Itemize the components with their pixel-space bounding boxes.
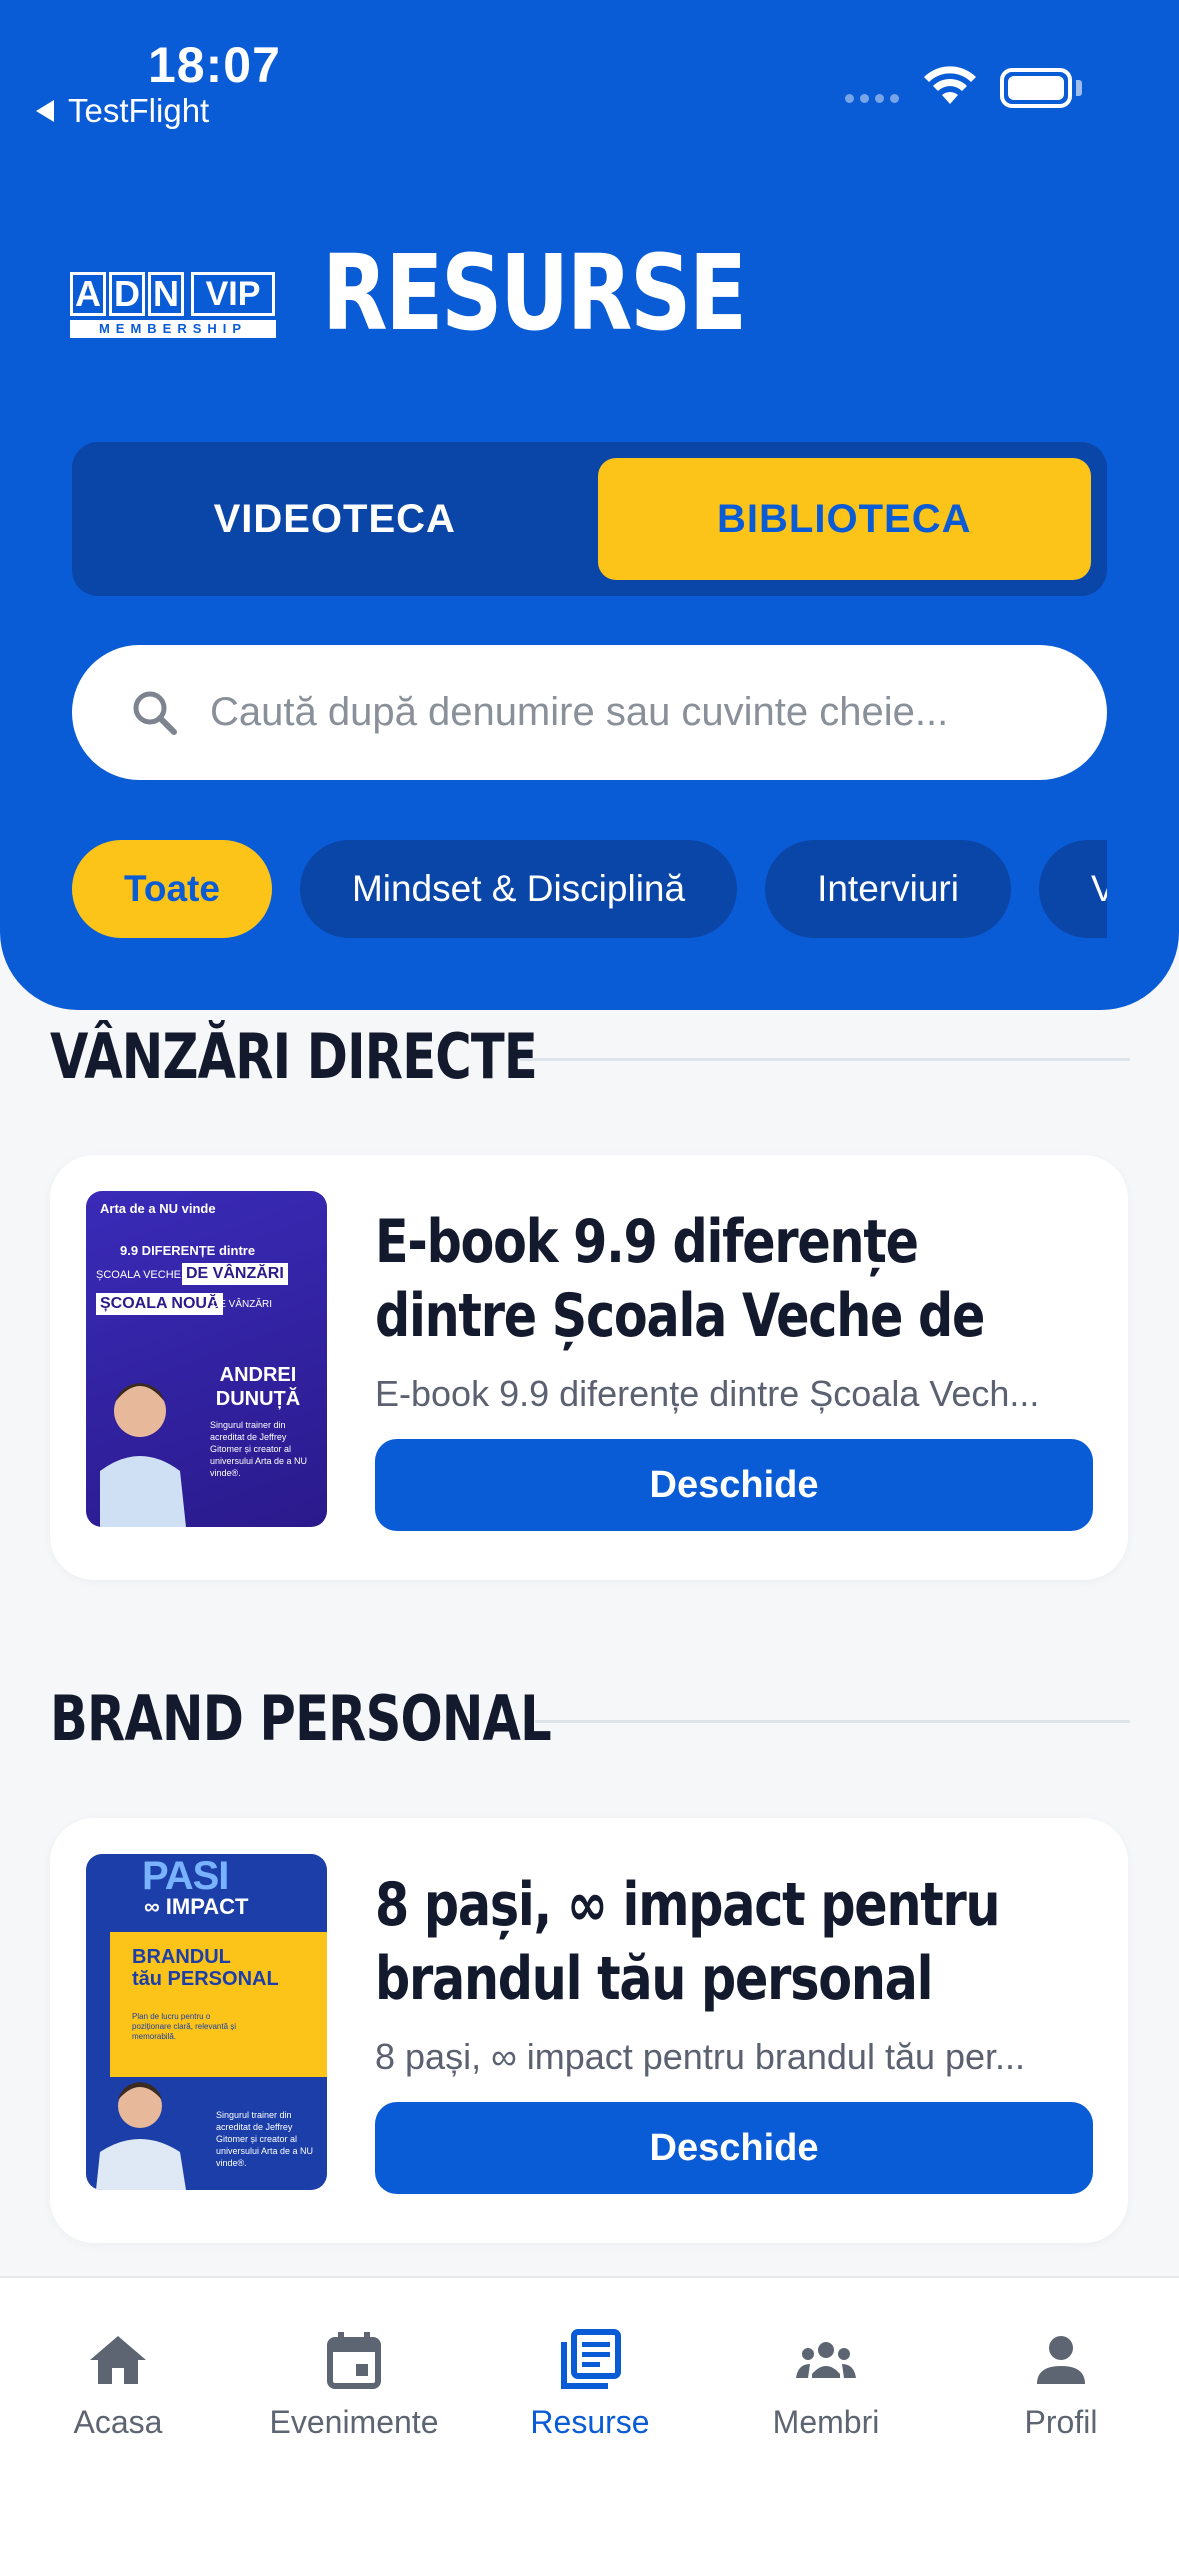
page-title: RESURSE — [322, 232, 747, 354]
ebook-cover-image[interactable]: PASI ∞ IMPACT BRANDUL tău PERSONAL Plan … — [86, 1854, 327, 2190]
tab-videoteca[interactable]: VIDEOTECA — [88, 458, 582, 580]
nav-item-membri[interactable]: Membri — [708, 2328, 944, 2441]
category-chips: Toate Mindset & Disciplină Interviuri V — [72, 840, 1107, 940]
bottom-nav: Acasa Evenimente Resurse Membri Profil — [0, 2276, 1179, 2556]
chip-mindset-disciplina[interactable]: Mindset & Disciplină — [299, 840, 738, 938]
open-button[interactable]: Deschide — [375, 1439, 1093, 1531]
library-icon — [561, 2329, 621, 2389]
author-photo — [100, 1383, 186, 1527]
ebook-cover-image[interactable]: Arta de a NU vinde 9.9 DIFERENȚE dintre … — [86, 1191, 327, 1527]
nav-item-acasa[interactable]: Acasa — [0, 2328, 236, 2441]
tab-biblioteca[interactable]: BIBLIOTECA — [597, 458, 1091, 580]
nav-item-evenimente[interactable]: Evenimente — [236, 2328, 472, 2441]
resource-description: 8 pași, ∞ impact pentru brandul tău per.… — [375, 2036, 1026, 2077]
person-icon — [1037, 2336, 1085, 2384]
section-divider — [520, 1058, 1130, 1061]
battery-icon — [1000, 68, 1072, 108]
calendar-icon — [327, 2332, 381, 2389]
home-icon — [90, 2336, 146, 2384]
resource-card: PASI ∞ IMPACT BRANDUL tău PERSONAL Plan … — [50, 1818, 1128, 2243]
resource-tabs: VIDEOTECA BIBLIOTECA — [72, 442, 1107, 596]
nav-item-profil[interactable]: Profil — [943, 2328, 1179, 2441]
back-app-label: TestFlight — [68, 92, 210, 129]
nav-item-resurse[interactable]: Resurse — [472, 2328, 708, 2441]
resource-title: 8 pași, ∞ impact pentru brandul tău pers… — [375, 1870, 1001, 2014]
section-divider — [535, 1720, 1130, 1723]
chip-interviuri[interactable]: Interviuri — [765, 840, 1011, 938]
resource-title: E-book 9.9 diferențe dintre Școala Veche… — [375, 1207, 985, 1351]
adn-vip-logo: A D N VIP MEMBERSHIP — [70, 272, 276, 342]
status-time: 18:07 — [148, 37, 281, 93]
group-icon — [796, 2342, 856, 2378]
wifi-icon — [924, 66, 976, 104]
search-input[interactable] — [210, 690, 1070, 735]
search-bar — [72, 645, 1107, 780]
screen: 18:07 TestFlight A D N VIP MEMBERSHIP RE… — [0, 0, 1179, 2556]
header: 18:07 TestFlight A D N VIP MEMBERSHIP RE… — [0, 0, 1179, 1010]
cellular-signal-icon — [845, 94, 899, 103]
cover-yellow-panel: BRANDUL tău PERSONAL Plan de lucru pentr… — [110, 1932, 327, 2077]
section-title-vanzari-directe: VÂNZĂRI DIRECTE — [50, 1020, 538, 1093]
author-photo — [96, 2082, 186, 2190]
chip-partial[interactable]: V — [1038, 840, 1107, 938]
battery-tip — [1076, 80, 1082, 96]
chip-toate[interactable]: Toate — [72, 840, 272, 938]
resource-description: E-book 9.9 diferențe dintre Școala Vech.… — [375, 1373, 1040, 1414]
section-title-brand-personal: BRAND PERSONAL — [50, 1682, 552, 1755]
back-to-testflight[interactable]: TestFlight — [36, 92, 209, 130]
open-button[interactable]: Deschide — [375, 2102, 1093, 2194]
resource-card: Arta de a NU vinde 9.9 DIFERENȚE dintre … — [50, 1155, 1128, 1580]
search-icon — [133, 691, 177, 735]
back-arrow-icon — [36, 100, 54, 122]
